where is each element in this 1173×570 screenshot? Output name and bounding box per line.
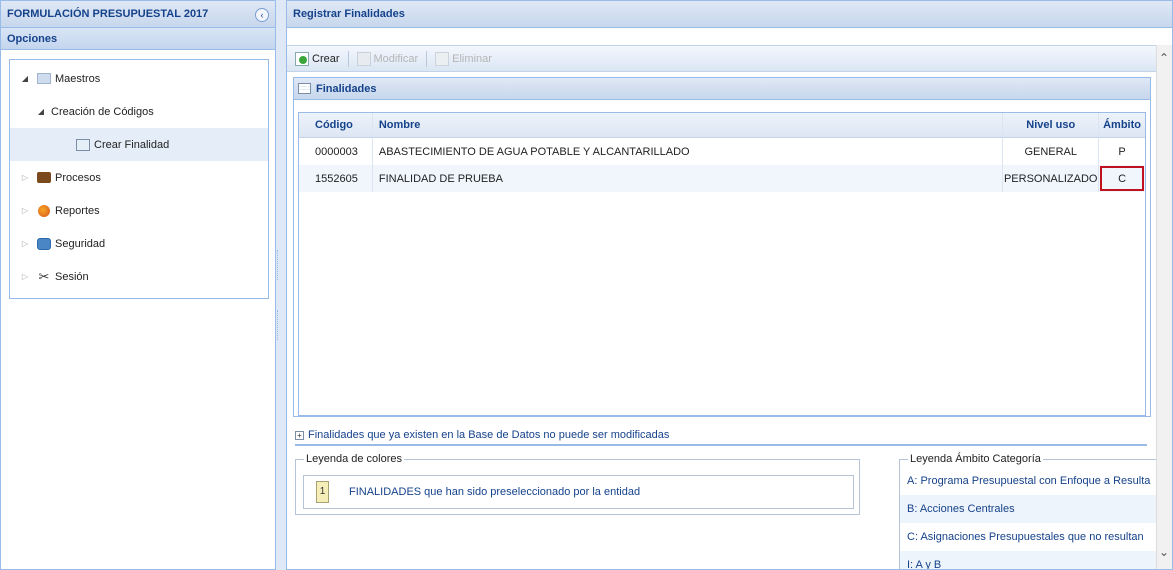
leyenda-ambito: Leyenda Ámbito Categoría A: Programa Pre…	[899, 453, 1159, 569]
collapsed-arrow-icon[interactable]: ▷	[20, 239, 30, 248]
toolbar: Crear Modificar Eliminar	[287, 45, 1157, 72]
tree-item-seguridad[interactable]: ▷ Seguridad	[10, 227, 268, 260]
reportes-icon	[36, 204, 52, 218]
modificar-label: Modificar	[373, 52, 419, 65]
tree-item-creacion-codigos[interactable]: ◢ Creación de Códigos	[10, 95, 268, 128]
navigation-tree: ◢ Maestros ◢ Creación de Códigos Crear F…	[9, 59, 269, 299]
cell-codigo: 0000003	[299, 138, 373, 165]
leyenda-colores-title: Leyenda de colores	[306, 453, 403, 465]
page-title: Registrar Finalidades	[287, 1, 1172, 28]
cell-nivel-uso: PERSONALIZADO	[1003, 165, 1100, 192]
edit-icon	[356, 51, 371, 66]
panel-splitter[interactable]	[276, 0, 286, 570]
cell-nombre: FINALIDAD DE PRUEBA	[373, 165, 1004, 192]
leyenda-ambito-title: Leyenda Ámbito Categoría	[910, 453, 1041, 465]
options-panel: FORMULACIÓN PRESUPUESTAL 2017 ‹ Opciones…	[0, 0, 276, 570]
tree-item-crear-finalidad[interactable]: Crear Finalidad	[10, 128, 268, 161]
cell-codigo: 1552605	[299, 165, 373, 192]
splitter-grip	[277, 250, 280, 280]
tree-item-procesos[interactable]: ▷ Procesos	[10, 161, 268, 194]
tree-item-label: Maestros	[55, 72, 101, 85]
procesos-icon	[36, 171, 52, 185]
tree-item-sesion[interactable]: ▷ ✂ Sesión	[10, 260, 268, 293]
collapsed-arrow-icon[interactable]: ▷	[20, 173, 30, 182]
modificar-button[interactable]: Modificar	[353, 49, 423, 69]
folder-icon	[36, 72, 52, 86]
seguridad-icon	[36, 237, 52, 251]
tree-item-maestros[interactable]: ◢ Maestros	[10, 62, 268, 95]
ambito-legend-item: I: A y B	[900, 551, 1158, 569]
tree-item-label: Crear Finalidad	[94, 138, 170, 151]
tree-item-label: Sesión	[55, 270, 89, 283]
color-swatch: 1	[316, 481, 329, 503]
scroll-up-icon[interactable]: ⌃	[1159, 51, 1169, 65]
info-note-text: Finalidades que ya existen en la Base de…	[308, 429, 670, 441]
collapsed-arrow-icon[interactable]: ▷	[20, 206, 30, 215]
tree-item-label: Reportes	[55, 204, 100, 217]
grid-icon	[298, 83, 311, 94]
leyenda-colores: Leyenda de colores 1 FINALIDADES que han…	[295, 453, 860, 515]
column-header-nivel-uso[interactable]: Nivel uso	[1003, 113, 1100, 137]
grid-header: Código Nombre Nivel uso Ámbito	[299, 113, 1145, 138]
toolbar-separator	[347, 50, 349, 67]
finalidades-grid: Código Nombre Nivel uso Ámbito 0000003 A…	[298, 112, 1146, 416]
tree-item-reportes[interactable]: ▷ Reportes	[10, 194, 268, 227]
new-icon	[295, 51, 309, 66]
delete-icon	[435, 51, 450, 66]
column-header-nombre[interactable]: Nombre	[373, 113, 1004, 137]
splitter-grip	[277, 310, 280, 340]
table-row[interactable]: 1552605 FINALIDAD DE PRUEBA PERSONALIZAD…	[299, 165, 1145, 192]
crear-button[interactable]: Crear	[291, 49, 344, 69]
options-header: Opciones	[1, 28, 275, 50]
info-note: + Finalidades que ya existen en la Base …	[295, 426, 1147, 446]
tree-item-label: Procesos	[55, 171, 101, 184]
color-legend-text: FINALIDADES que han sido preseleccionado…	[349, 486, 641, 498]
finalidades-header: Finalidades	[294, 78, 1150, 100]
ambito-legend-item: B: Acciones Centrales	[900, 495, 1158, 523]
sesion-icon: ✂	[38, 269, 50, 284]
toolbar-separator	[426, 50, 428, 67]
ambito-legend-item: C: Asignaciones Presupuestales que no re…	[907, 531, 1144, 543]
main-panel: Registrar Finalidades Crear Modificar El…	[286, 0, 1173, 570]
cell-ambito-highlighted: C	[1099, 165, 1145, 192]
ambito-legend-item: A: Programa Presupuestal con Enfoque a R…	[907, 475, 1151, 487]
column-header-ambito[interactable]: Ámbito	[1099, 113, 1145, 137]
tree-item-label: Seguridad	[55, 237, 106, 250]
finalidad-icon	[75, 138, 91, 152]
crear-label: Crear	[312, 52, 340, 65]
collapse-panel-button[interactable]: ‹	[255, 8, 269, 22]
finalidades-title: Finalidades	[316, 82, 377, 95]
tree-item-label: Creación de Códigos	[51, 105, 154, 118]
table-row[interactable]: 0000003 ABASTECIMIENTO DE AGUA POTABLE Y…	[299, 138, 1145, 165]
collapsed-arrow-icon[interactable]: ▷	[20, 272, 30, 281]
eliminar-label: Eliminar	[452, 52, 492, 65]
expanded-arrow-icon[interactable]: ◢	[20, 74, 30, 83]
expand-icon[interactable]: +	[295, 430, 304, 440]
cell-ambito: P	[1118, 145, 1126, 158]
color-legend-item: 1 FINALIDADES que han sido preselecciona…	[303, 475, 854, 509]
vertical-scrollbar[interactable]: ⌃ ⌄	[1156, 45, 1172, 569]
finalidades-panel: Finalidades Código Nombre Nivel uso Ámbi…	[293, 77, 1151, 417]
cell-nombre: ABASTECIMIENTO DE AGUA POTABLE Y ALCANTA…	[373, 138, 1004, 165]
cell-nivel-uso: GENERAL	[1003, 138, 1100, 165]
app-title: FORMULACIÓN PRESUPUESTAL 2017	[1, 1, 275, 28]
expanded-arrow-icon[interactable]: ◢	[36, 107, 46, 116]
column-header-codigo[interactable]: Código	[299, 113, 373, 137]
scroll-down-icon[interactable]: ⌄	[1159, 545, 1169, 559]
eliminar-button[interactable]: Eliminar	[431, 49, 496, 69]
